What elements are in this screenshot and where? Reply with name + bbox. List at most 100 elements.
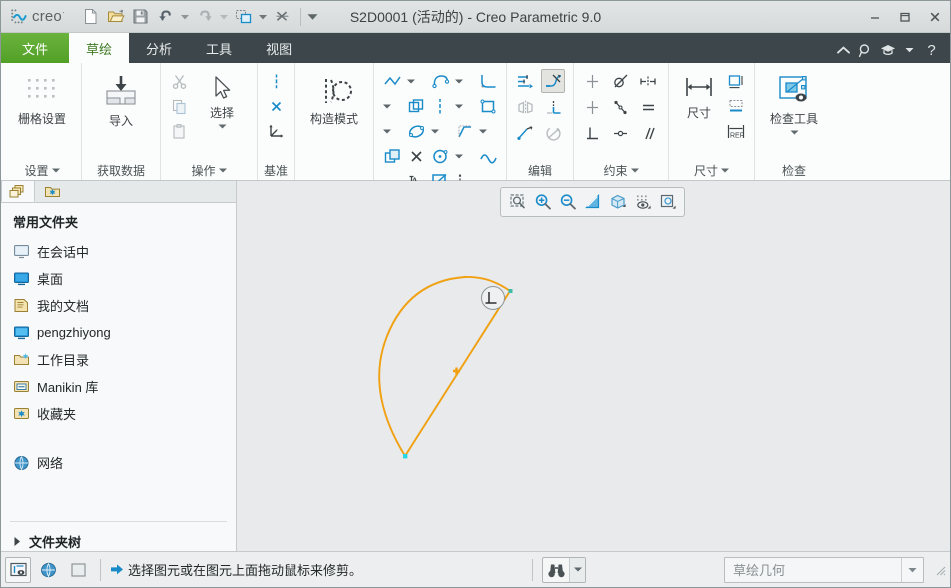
- switch-window-button[interactable]: [232, 5, 256, 29]
- tab-tools[interactable]: 工具: [189, 33, 249, 63]
- fillet-button[interactable]: [476, 69, 500, 93]
- point-sketch-button[interactable]: [404, 144, 428, 168]
- ribbon-group-dimension-label[interactable]: 尺寸: [669, 160, 754, 180]
- circle-dropdown-icon[interactable]: [452, 144, 465, 168]
- arc-dropdown-icon[interactable]: [452, 69, 465, 93]
- construction-mode-button[interactable]: 构造模式: [301, 69, 367, 129]
- reference-dimension-button[interactable]: REF: [724, 119, 748, 143]
- fillet-dropdown-icon[interactable]: [380, 94, 393, 118]
- ribbon-group-operations-label[interactable]: 操作: [161, 160, 257, 180]
- select-dropdown-icon[interactable]: [218, 124, 227, 129]
- copy-button[interactable]: [167, 94, 191, 118]
- chamfer-dropdown-icon[interactable]: [476, 119, 489, 143]
- tab-file[interactable]: 文件: [1, 33, 70, 63]
- spline-button[interactable]: [476, 144, 500, 168]
- thicken-button[interactable]: [380, 144, 404, 168]
- redo-button[interactable]: [193, 5, 217, 29]
- paste-button[interactable]: [167, 119, 191, 143]
- divide-button[interactable]: [541, 95, 565, 119]
- inspect-tool-button[interactable]: 检查工具: [761, 69, 827, 138]
- centerline-sketch-dropdown-icon[interactable]: [452, 94, 465, 118]
- close-button[interactable]: [920, 1, 950, 33]
- tab-sketch[interactable]: 草绘: [69, 33, 130, 63]
- ribbon-group-constraints-label[interactable]: 约束: [574, 160, 668, 180]
- ellipse-dropdown-icon[interactable]: [428, 119, 441, 143]
- tab-view[interactable]: 视图: [249, 33, 309, 63]
- circle-button[interactable]: [428, 144, 452, 168]
- redo-dropdown-icon[interactable]: [218, 5, 231, 29]
- centerline-button[interactable]: [264, 69, 288, 93]
- coincident-constraint-button[interactable]: [608, 121, 632, 145]
- delete-segment-button[interactable]: [541, 69, 565, 93]
- parallel-constraint-button[interactable]: [636, 121, 660, 145]
- minimize-button[interactable]: [860, 1, 890, 33]
- mirror-button[interactable]: [513, 95, 537, 119]
- rectangle-button[interactable]: [476, 94, 500, 118]
- close-window-button[interactable]: [271, 5, 295, 29]
- learning-dropdown-icon[interactable]: [900, 37, 919, 63]
- vertical-constraint-button[interactable]: [580, 69, 604, 93]
- line-chain-dropdown-icon[interactable]: [404, 69, 417, 93]
- horizontal-constraint-button[interactable]: [580, 95, 604, 119]
- dimension-button[interactable]: 尺寸: [675, 69, 723, 123]
- perpendicular-constraint-button[interactable]: [580, 121, 604, 145]
- cut-button[interactable]: [167, 69, 191, 93]
- corner-button[interactable]: [513, 121, 537, 145]
- new-file-button[interactable]: [79, 5, 103, 29]
- modify-button[interactable]: [513, 69, 537, 93]
- equal-constraint-button[interactable]: [636, 95, 660, 119]
- learning-icon[interactable]: [878, 37, 897, 63]
- midpoint-constraint-button[interactable]: [608, 95, 632, 119]
- nav-item-working-directory[interactable]: 工作目录: [1, 346, 236, 373]
- graphics-canvas[interactable]: [237, 181, 950, 551]
- ribbon-group-setup-label[interactable]: 设置: [3, 160, 81, 180]
- help-icon[interactable]: ?: [922, 37, 941, 63]
- select-button[interactable]: 选择: [193, 69, 251, 132]
- find-button[interactable]: [542, 556, 586, 583]
- nav-item-in-session[interactable]: 在会话中: [1, 238, 236, 265]
- point-button[interactable]: [264, 94, 288, 118]
- find-dropdown-icon[interactable]: [569, 557, 585, 582]
- resize-grip[interactable]: [934, 564, 946, 576]
- favorites-tab[interactable]: [35, 180, 69, 202]
- inspect-dropdown-icon[interactable]: [790, 130, 799, 135]
- maximize-button[interactable]: [890, 1, 920, 33]
- selection-filter-dropdown-icon[interactable]: [901, 557, 923, 582]
- coordinate-system-button[interactable]: [264, 119, 288, 143]
- undo-button[interactable]: [154, 5, 178, 29]
- nav-item-my-documents[interactable]: 我的文档: [1, 292, 236, 319]
- perimeter-dimension-button[interactable]: [724, 69, 748, 93]
- browser-button[interactable]: [35, 557, 61, 583]
- offset-button[interactable]: [404, 94, 428, 118]
- undo-dropdown-icon[interactable]: [179, 5, 192, 29]
- nav-item-desktop[interactable]: 桌面: [1, 265, 236, 292]
- nav-item-network[interactable]: 网络: [1, 449, 236, 476]
- line-chain-button[interactable]: [380, 69, 404, 93]
- rectangle-dropdown-icon[interactable]: [380, 119, 393, 143]
- nav-item-manikin-library[interactable]: Manikin 库: [1, 373, 236, 400]
- baseline-dimension-button[interactable]: [724, 94, 748, 118]
- symmetric-constraint-button[interactable]: [636, 69, 660, 93]
- save-button[interactable]: [129, 5, 153, 29]
- customize-qat-button[interactable]: [306, 5, 319, 29]
- collapse-ribbon-icon[interactable]: [834, 37, 853, 63]
- tangent-constraint-button[interactable]: [608, 69, 632, 93]
- grid-settings-button[interactable]: 栅格设置: [9, 69, 75, 129]
- rotate-resize-button[interactable]: [541, 121, 565, 145]
- switch-window-dropdown-icon[interactable]: [257, 5, 270, 29]
- tab-analysis[interactable]: 分析: [129, 33, 189, 63]
- nav-item-user-folder[interactable]: pengzhiyong: [1, 319, 236, 346]
- sketch-geometry[interactable]: [237, 181, 950, 551]
- navigator-toggle-button[interactable]: [65, 557, 91, 583]
- open-file-button[interactable]: [104, 5, 128, 29]
- search-icon[interactable]: [856, 37, 875, 63]
- model-display-button[interactable]: [5, 556, 31, 583]
- import-button[interactable]: 导入: [88, 69, 154, 131]
- nav-item-favorites[interactable]: 收藏夹: [1, 400, 236, 427]
- model-tree-tab[interactable]: [1, 180, 35, 202]
- arc-3point-button[interactable]: [428, 69, 452, 93]
- selection-filter-combo[interactable]: 草绘几何: [724, 556, 924, 583]
- ellipse-button[interactable]: [404, 119, 428, 143]
- folder-tree-toggle[interactable]: 文件夹树: [10, 521, 227, 551]
- centerline-sketch-button[interactable]: [428, 94, 452, 118]
